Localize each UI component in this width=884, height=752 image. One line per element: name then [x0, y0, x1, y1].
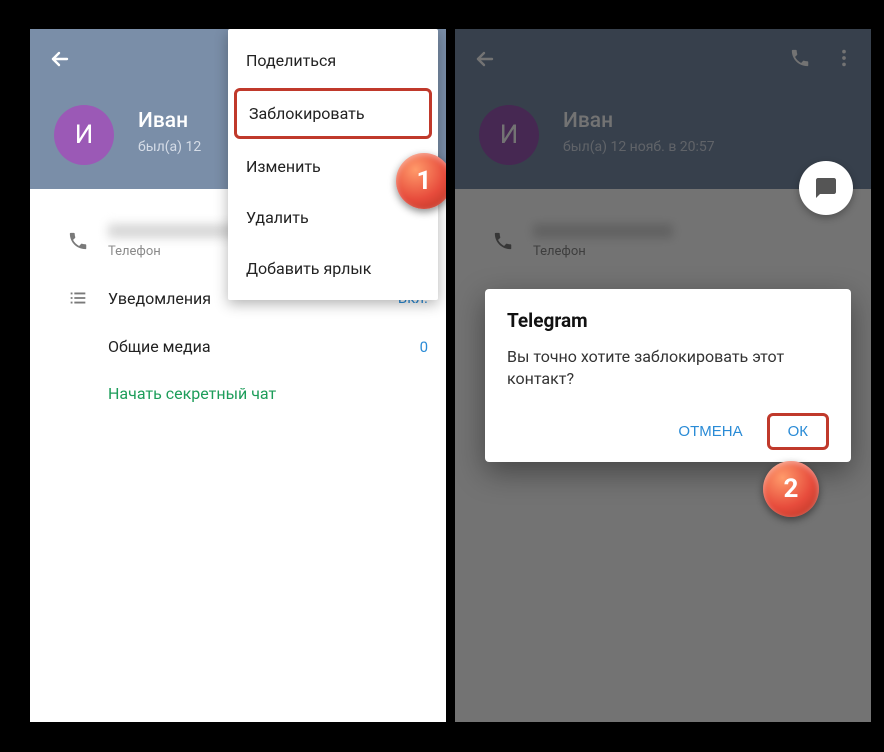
back-icon[interactable]	[48, 47, 72, 75]
message-fab[interactable]	[799, 161, 853, 215]
secret-chat-link[interactable]: Начать секретный чат	[30, 370, 446, 417]
screen-right: И Иван был(а) 12 нояб. в 20:57 Телефон T…	[455, 29, 871, 722]
step-badge-2: 2	[763, 461, 819, 517]
avatar: И	[54, 105, 114, 165]
avatar-initial: И	[75, 120, 94, 150]
shared-media-row[interactable]: Общие медиа 0	[30, 323, 446, 370]
notifications-label: Уведомления	[108, 289, 211, 308]
ok-button[interactable]: ОК	[767, 413, 829, 450]
screen-left: И Иван был(а) 12 Поделиться Заблокироват…	[30, 29, 446, 722]
menu-block[interactable]: Заблокировать	[234, 88, 432, 139]
phone-icon	[48, 230, 108, 252]
shared-media-value: 0	[420, 338, 428, 356]
contact-status: был(а) 12	[138, 139, 201, 155]
list-icon	[48, 287, 108, 309]
contact-name: Иван	[138, 109, 188, 133]
dialog-actions: ОТМЕНА ОК	[507, 413, 829, 450]
menu-add-shortcut[interactable]: Добавить ярлык	[228, 243, 438, 294]
confirm-dialog: Telegram Вы точно хотите заблокировать э…	[485, 289, 851, 462]
phone-number	[108, 224, 248, 238]
shared-media-label: Общие медиа	[108, 337, 211, 356]
step-badge-1: 1	[396, 153, 446, 209]
dialog-message: Вы точно хотите заблокировать этот конта…	[507, 346, 829, 391]
menu-share[interactable]: Поделиться	[228, 35, 438, 86]
cancel-button[interactable]: ОТМЕНА	[662, 413, 758, 450]
dialog-title: Telegram	[507, 309, 829, 332]
